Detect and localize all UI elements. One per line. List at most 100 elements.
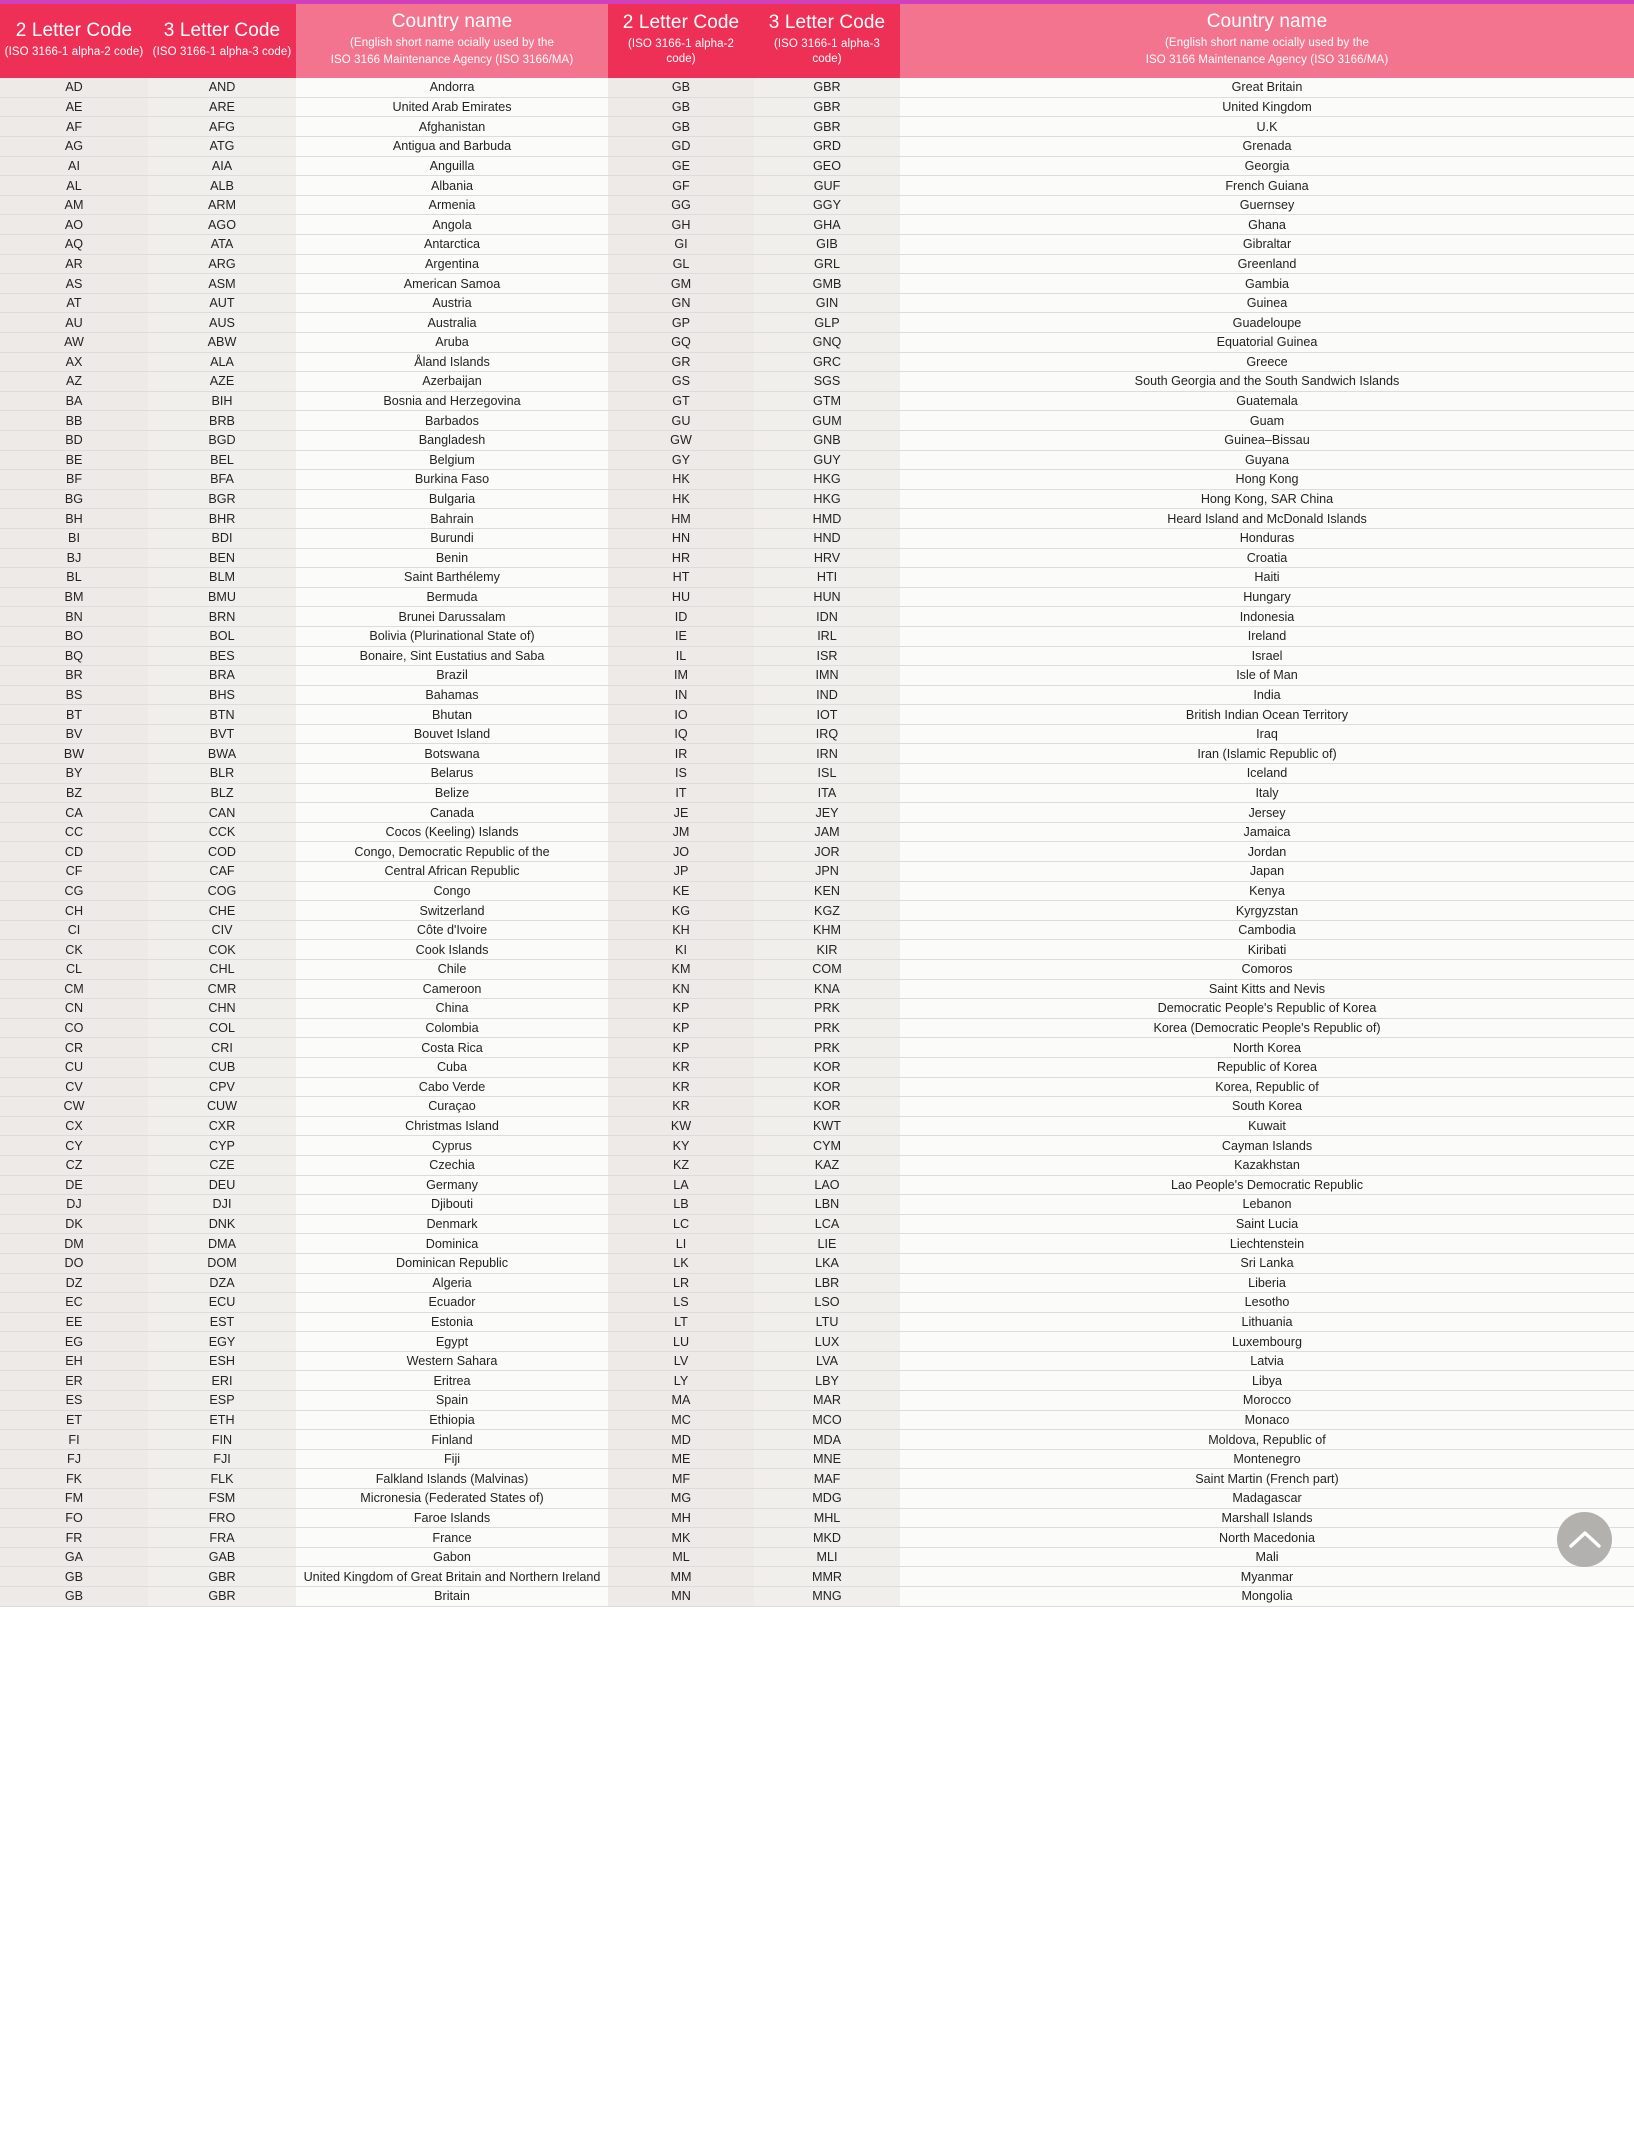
cell-2-letter-code: GR	[608, 352, 754, 373]
cell-country-name: Mongolia	[900, 1586, 1634, 1607]
table-row: HR HRV Croatia	[608, 548, 1634, 569]
cell-2-letter-code: GF	[608, 175, 754, 196]
table-row: CA CAN Canada	[0, 802, 608, 823]
column-header-3-letter-code-subtitle: (ISO 3166‑1 alpha‑3 code)	[152, 45, 292, 58]
cell-country-name: Benin	[296, 548, 608, 569]
cell-country-name: Western Sahara	[296, 1351, 608, 1372]
cell-2-letter-code: CC	[0, 822, 148, 843]
cell-3-letter-code: ALA	[148, 352, 296, 373]
cell-3-letter-code: IDN	[754, 606, 900, 627]
cell-3-letter-code: LBR	[754, 1273, 900, 1294]
cell-country-name: Marshall Islands	[900, 1508, 1634, 1529]
cell-2-letter-code: FR	[0, 1527, 148, 1548]
cell-country-name: Lesotho	[900, 1292, 1634, 1313]
header-row-left: 2 Letter Code (ISO 3166‑1 alpha‑2 code) …	[0, 4, 608, 78]
cell-3-letter-code: KHM	[754, 920, 900, 941]
cell-3-letter-code: LBY	[754, 1370, 900, 1392]
cell-2-letter-code: LU	[608, 1331, 754, 1352]
cell-country-name: Antarctica	[296, 234, 608, 255]
cell-2-letter-code: MK	[608, 1527, 754, 1548]
cell-3-letter-code: LUX	[754, 1331, 900, 1352]
cell-country-name: Lao People's Democratic Republic	[900, 1175, 1634, 1196]
cell-2-letter-code: LY	[608, 1370, 754, 1392]
cell-country-name: Kiribati	[900, 939, 1634, 960]
table-row: MG MDG Madagascar	[608, 1488, 1634, 1509]
cell-3-letter-code: KEN	[754, 881, 900, 902]
table-row: BA BIH Bosnia and Herzegovina	[0, 391, 608, 412]
table-row: IQ IRQ Iraq	[608, 724, 1634, 745]
table-row: BF BFA Burkina Faso	[0, 469, 608, 490]
cell-3-letter-code: CYM	[754, 1135, 900, 1156]
table-row: CV CPV Cabo Verde	[0, 1077, 608, 1098]
cell-country-name: Barbados	[296, 410, 608, 431]
table-row: BT BTN Bhutan	[0, 704, 608, 725]
cell-3-letter-code: MAR	[754, 1390, 900, 1411]
cell-3-letter-code: GGY	[754, 195, 900, 216]
table-row: HT HTI Haiti	[608, 567, 1634, 588]
cell-3-letter-code: AND	[148, 77, 296, 98]
cell-3-letter-code: MNG	[754, 1586, 900, 1607]
cell-2-letter-code: EC	[0, 1292, 148, 1313]
cell-3-letter-code: GBR	[754, 116, 900, 138]
cell-2-letter-code: EE	[0, 1312, 148, 1333]
cell-2-letter-code: CX	[0, 1116, 148, 1137]
cell-2-letter-code: BZ	[0, 783, 148, 804]
table-row: FO FRO Faroe Islands	[0, 1508, 608, 1529]
cell-3-letter-code: LKA	[754, 1253, 900, 1274]
cell-2-letter-code: GP	[608, 312, 754, 333]
table-row: MF MAF Saint Martin (French part)	[608, 1468, 1634, 1490]
cell-3-letter-code: GAB	[148, 1547, 296, 1568]
table-row: CH CHE Switzerland	[0, 900, 608, 921]
cell-3-letter-code: MDG	[754, 1488, 900, 1509]
table-row: GD GRD Grenada	[608, 136, 1634, 157]
table-row: ER ERI Eritrea	[0, 1370, 608, 1392]
cell-3-letter-code: BTN	[148, 704, 296, 725]
table-row: ME MNE Montenegro	[608, 1449, 1634, 1470]
cell-country-name: Guinea	[900, 293, 1634, 314]
scroll-to-top-button[interactable]	[1557, 1511, 1612, 1567]
table-row: GS SGS South Georgia and the South Sandwic…	[608, 371, 1634, 392]
cell-2-letter-code: LB	[608, 1194, 754, 1215]
cell-country-name: Isle of Man	[900, 665, 1634, 686]
table-row: ID IDN Indonesia	[608, 606, 1634, 627]
cell-2-letter-code: GT	[608, 391, 754, 412]
cell-2-letter-code: MG	[608, 1488, 754, 1509]
country-code-table-left: 2 Letter Code (ISO 3166‑1 alpha‑2 code) …	[0, 0, 608, 1607]
table-row: AX ALA Åland Islands	[0, 352, 608, 373]
cell-country-name: Chile	[296, 959, 608, 980]
cell-country-name: Gibraltar	[900, 234, 1634, 255]
table-row: KG KGZ Kyrgyzstan	[608, 900, 1634, 921]
table-row: KW KWT Kuwait	[608, 1116, 1634, 1137]
table-row: BE BEL Belgium	[0, 450, 608, 471]
cell-3-letter-code: KIR	[754, 939, 900, 960]
cell-country-name: Austria	[296, 293, 608, 314]
table-row: AG ATG Antigua and Barbuda	[0, 136, 608, 157]
cell-2-letter-code: AF	[0, 116, 148, 138]
cell-country-name: United Kingdom of Great Britain and Nort…	[296, 1566, 608, 1587]
cell-country-name: Bouvet Island	[296, 724, 608, 745]
cell-3-letter-code: SGS	[754, 371, 900, 392]
cell-2-letter-code: GB	[608, 77, 754, 98]
table-row: KZ KAZ Kazakhstan	[608, 1155, 1634, 1176]
cell-2-letter-code: CA	[0, 802, 148, 823]
table-row: AT AUT Austria	[0, 293, 608, 314]
cell-2-letter-code: MN	[608, 1586, 754, 1607]
cell-2-letter-code: MD	[608, 1429, 754, 1450]
table-row: GH GHA Ghana	[608, 214, 1634, 236]
cell-3-letter-code: COL	[148, 1018, 296, 1039]
cell-2-letter-code: BY	[0, 763, 148, 784]
cell-country-name: North Macedonia	[900, 1527, 1634, 1548]
cell-3-letter-code: ALB	[148, 175, 296, 196]
cell-country-name: Ireland	[900, 626, 1634, 647]
column-header-2-letter-code: 2 Letter Code (ISO 3166‑1 alpha‑2 code)	[0, 4, 148, 78]
cell-2-letter-code: LC	[608, 1214, 754, 1235]
column-header-country-name-title: Country name	[391, 11, 513, 32]
table-row: EH ESH Western Sahara	[0, 1351, 608, 1372]
cell-country-name: Republic of Korea	[900, 1057, 1634, 1078]
cell-3-letter-code: LVA	[754, 1351, 900, 1372]
cell-country-name: U.K	[900, 116, 1634, 138]
cell-country-name: Jordan	[900, 841, 1634, 863]
cell-2-letter-code: BO	[0, 626, 148, 647]
table-row: FR FRA France	[0, 1527, 608, 1548]
table-row: ET ETH Ethiopia	[0, 1410, 608, 1431]
